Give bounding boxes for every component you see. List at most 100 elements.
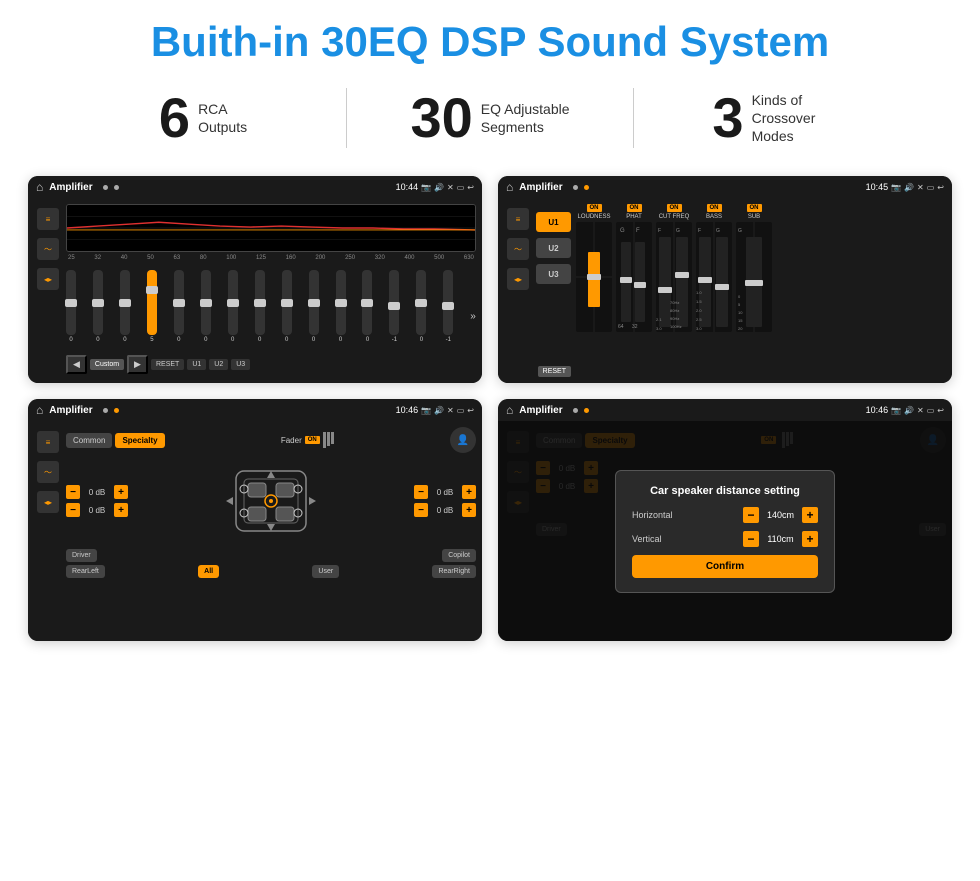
eq-slider-12[interactable]: -1 [389,270,399,343]
eq-u1-btn[interactable]: U1 [187,359,206,370]
dialog-vertical-plus[interactable]: + [802,531,818,547]
cs-camera-icon: 📷 [421,406,431,415]
dsp-screen-content: ≡ 〜 ◂▸ U1 U2 U3 RESET ON LOUDNESS [498,198,952,383]
dlg-time: 10:46 [866,405,889,415]
cs-sidebar-wave-btn[interactable]: 〜 [37,461,59,483]
cs-bottom-row2: RearLeft All User RearRight [66,565,476,578]
stat-label-eq: EQ Adjustable Segments [481,100,570,136]
cs-btn-all[interactable]: All [198,565,219,578]
freq-200: 200 [315,255,325,261]
cs-btn-copilot[interactable]: Copilot [442,549,476,562]
dlg-screen: ⌂ Amplifier 10:46 📷 🔊 ✕ ▭ ↩ ≡ 〜 ◂▸ [498,399,952,641]
eq-slider-13[interactable]: 0 [416,270,426,343]
eq-val-5: 0 [204,337,207,343]
eq-slider-6[interactable]: 0 [228,270,238,343]
cs-plus-2[interactable]: + [114,503,128,517]
eq-time: 10:44 [396,182,419,192]
eq-u2-btn[interactable]: U2 [209,359,228,370]
eq-slider-11[interactable]: 0 [362,270,372,343]
dsp-time: 10:45 [866,182,889,192]
cs-btn-rearright[interactable]: RearRight [432,565,476,578]
cs-minus-1[interactable]: − [66,485,80,499]
on-badge-bass: ON [707,204,722,212]
on-badge-sub: ON [747,204,762,212]
dsp-sidebar-wave-btn[interactable]: 〜 [507,238,529,260]
eq-thumb-3 [146,286,158,294]
dlg-home-icon[interactable]: ⌂ [506,403,513,417]
cs-vol-row-2: − 0 dB + [66,503,128,517]
eq-slider-5[interactable]: 0 [201,270,211,343]
freq-50: 50 [147,255,154,261]
svg-text:32: 32 [632,324,638,330]
eq-slider-8[interactable]: 0 [282,270,292,343]
home-icon[interactable]: ⌂ [36,180,43,194]
cs-home-icon[interactable]: ⌂ [36,403,43,417]
dialog-confirm-button[interactable]: Confirm [632,555,818,578]
eq-preset-custom[interactable]: Custom [90,359,124,370]
eq-slider-track-11 [362,270,372,335]
eq-reset-btn[interactable]: RESET [151,359,184,370]
eq-dot1 [103,185,108,190]
cs-plus-3[interactable]: + [462,485,476,499]
stat-rca: 6 RCA Outputs [60,90,346,146]
dsp-preset-u3[interactable]: U3 [536,264,571,284]
fader-line-1 [323,432,326,448]
dsp-preset-u2[interactable]: U2 [536,238,571,258]
eq-graph [66,204,476,252]
eq-slider-7[interactable]: 0 [255,270,265,343]
dialog-horizontal-minus[interactable]: − [743,507,759,523]
eq-slider-1[interactable]: 0 [93,270,103,343]
dsp-sidebar-eq-btn[interactable]: ≡ [507,208,529,230]
cs-minus-3[interactable]: − [414,485,428,499]
eq-u3-btn[interactable]: U3 [231,359,250,370]
eq-slider-9[interactable]: 0 [309,270,319,343]
eq-expand-btn[interactable]: » [470,291,476,322]
eq-slider-10[interactable]: 0 [336,270,346,343]
cs-minus-4[interactable]: − [414,503,428,517]
eq-prev-btn[interactable]: ◀ [66,355,87,374]
cs-plus-1[interactable]: + [114,485,128,499]
eq-screen-content: ≡ 〜 ◂▸ [28,198,482,383]
eq-sidebar-eq-btn[interactable]: ≡ [37,208,59,230]
eq-sidebar-vol-btn[interactable]: ◂▸ [37,268,59,290]
cs-vol-val-4: 0 dB [431,506,459,515]
close-icon: ✕ [447,183,454,192]
cs-btn-user[interactable]: User [312,565,339,578]
svg-text:3.0: 3.0 [696,326,702,331]
cs-tab-common[interactable]: Common [66,433,112,448]
cs-btn-driver[interactable]: Driver [66,549,97,562]
eq-thumb-9 [308,299,320,307]
cs-minus-2[interactable]: − [66,503,80,517]
cs-sidebar-vol-btn[interactable]: ◂▸ [37,491,59,513]
eq-slider-4[interactable]: 0 [174,270,184,343]
dsp-status-icons: 10:45 📷 🔊 ✕ ▭ ↩ [866,182,944,192]
cs-btn-rearleft[interactable]: RearLeft [66,565,105,578]
dlg-dot2 [584,408,589,413]
eq-sidebar-wave-btn[interactable]: 〜 [37,238,59,260]
dsp-reset-btn[interactable]: RESET [538,366,571,377]
cs-fader-label: Fader [281,436,302,445]
eq-slider-2[interactable]: 0 [120,270,130,343]
eq-val-7: 0 [258,337,261,343]
eq-val-3: 5 [150,337,153,343]
car-diagram-container [134,461,408,541]
dsp-home-icon[interactable]: ⌂ [506,180,513,194]
dialog-vertical-minus[interactable]: − [743,531,759,547]
cs-speaker-area: − 0 dB + − 0 dB + [66,457,476,545]
eq-slider-track-0 [66,270,76,335]
eq-thumb-0 [65,299,77,307]
cs-avatar-btn[interactable]: 👤 [450,427,476,453]
dialog-horizontal-plus[interactable]: + [802,507,818,523]
cs-tab-specialty[interactable]: Specialty [115,433,164,448]
eq-slider-3[interactable]: 5 [147,270,157,343]
freq-400: 400 [404,255,414,261]
eq-slider-track-9 [309,270,319,335]
eq-play-btn[interactable]: ▶ [127,355,148,374]
cs-time: 10:46 [396,405,419,415]
dsp-preset-u1[interactable]: U1 [536,212,571,232]
eq-slider-14[interactable]: -1 [443,270,453,343]
cs-plus-4[interactable]: + [462,503,476,517]
dsp-sidebar-vol-btn[interactable]: ◂▸ [507,268,529,290]
eq-slider-0[interactable]: 0 [66,270,76,343]
cs-sidebar-eq-btn[interactable]: ≡ [37,431,59,453]
